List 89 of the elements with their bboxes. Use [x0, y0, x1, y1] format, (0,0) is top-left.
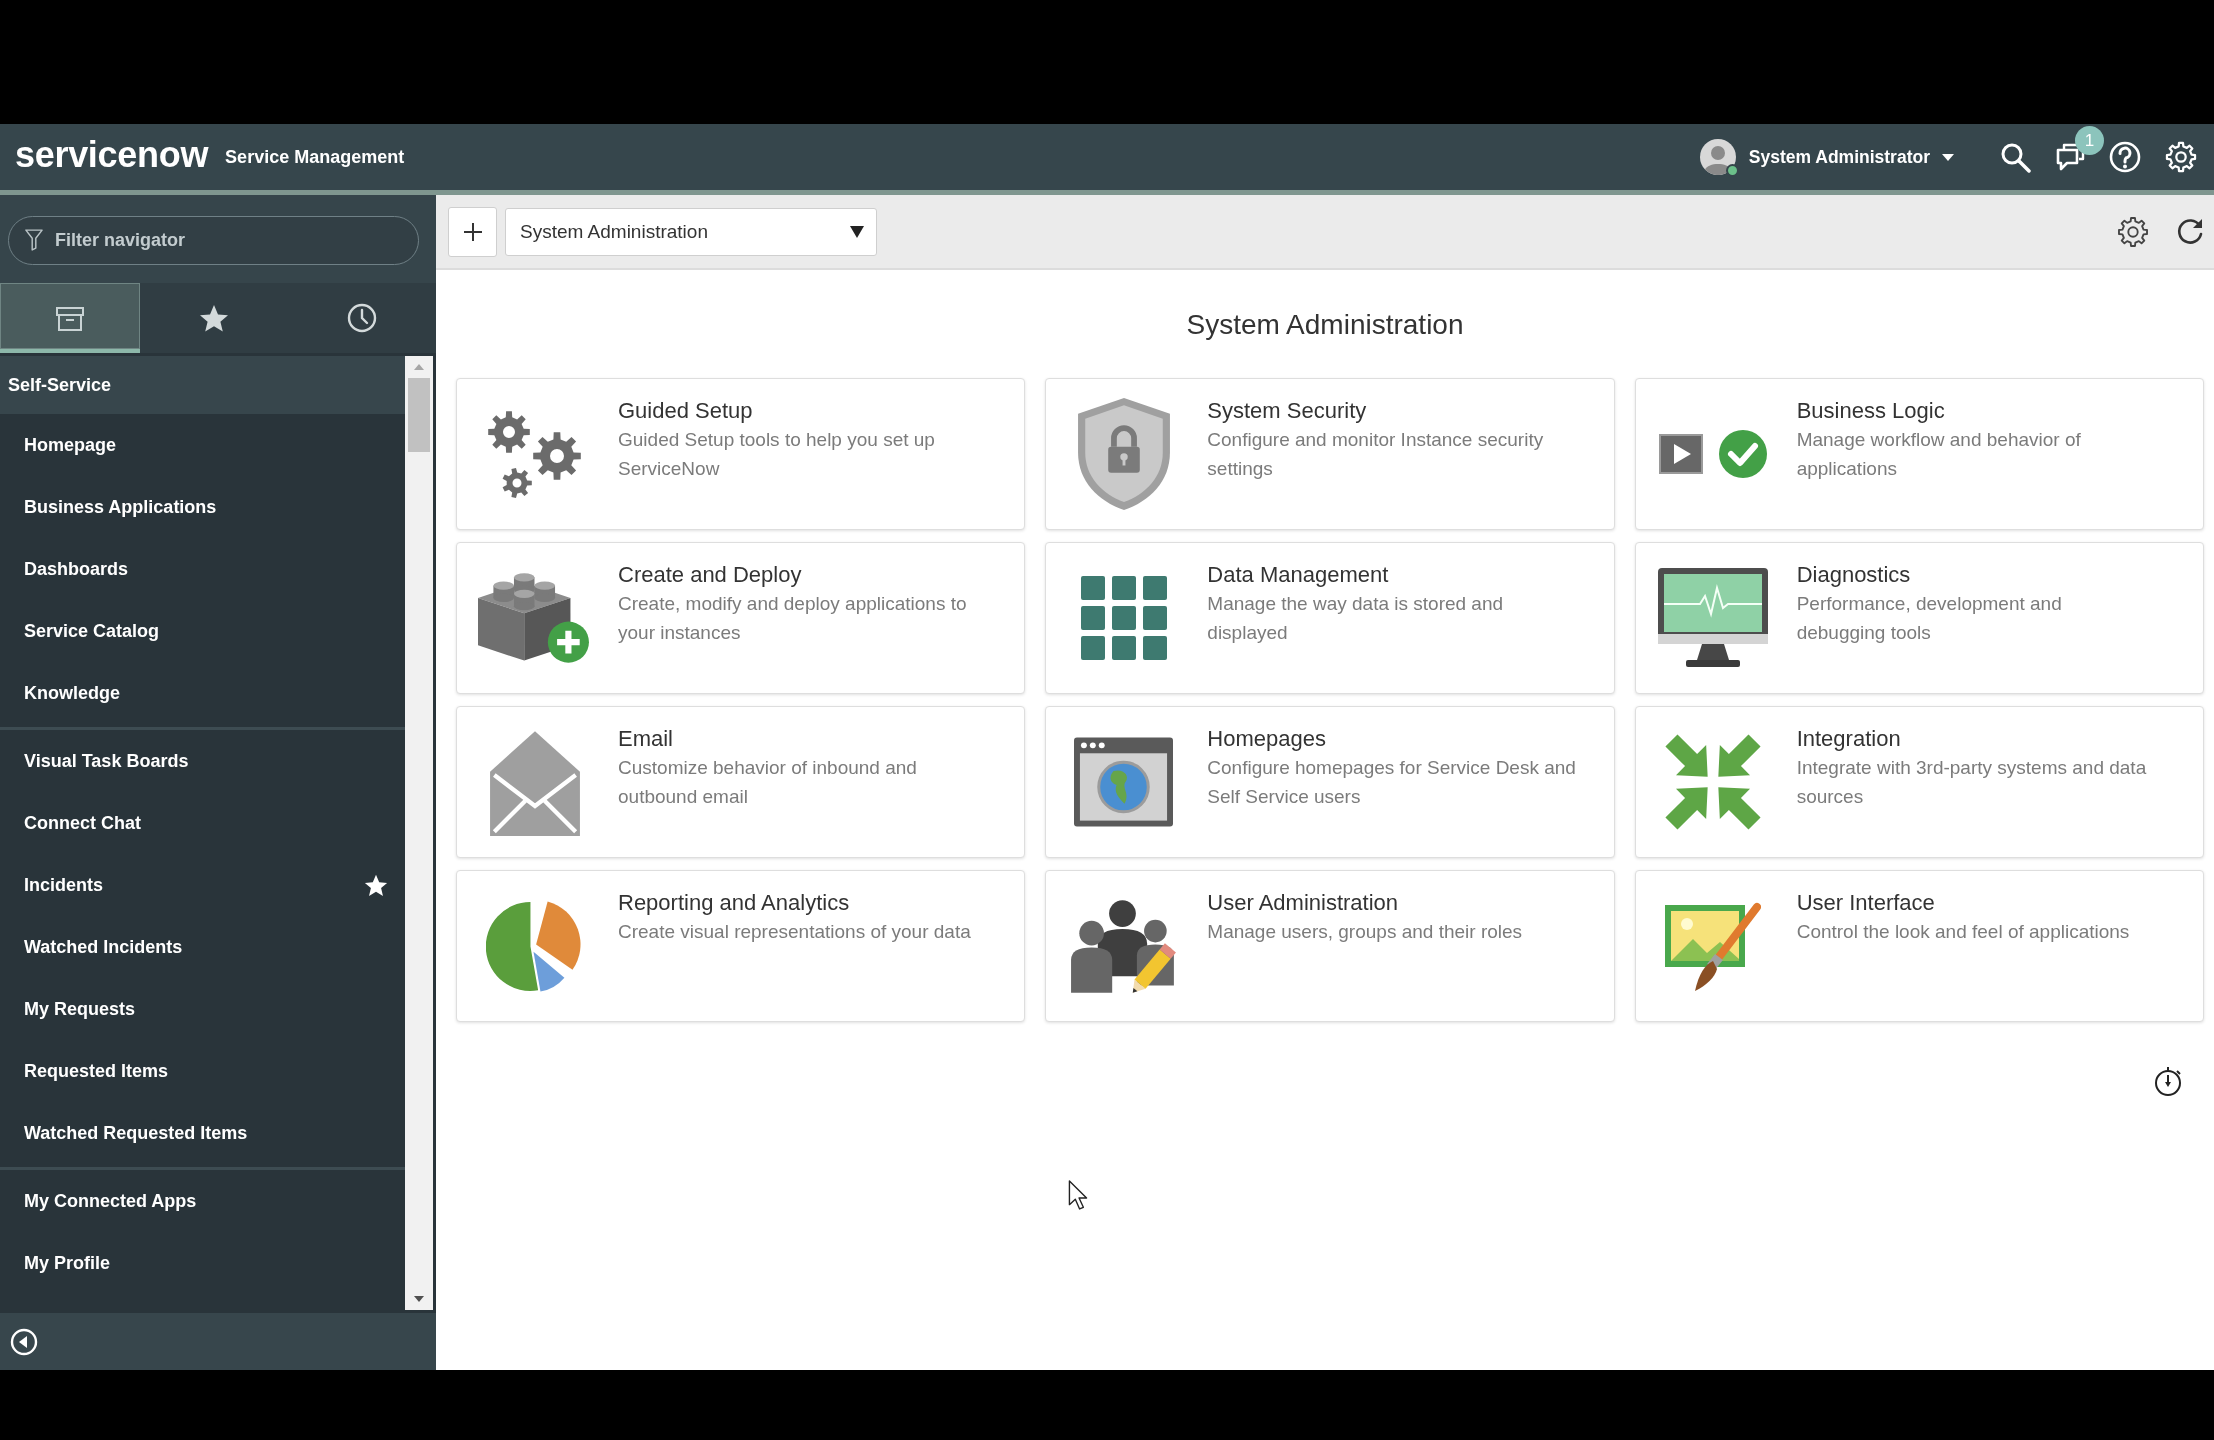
- shield-lock-icon: [1077, 398, 1170, 510]
- nav-item[interactable]: Dashboards: [0, 538, 405, 600]
- module-card[interactable]: Business Logic Manage workflow and behavior of applications: [1634, 378, 2204, 530]
- card-description: Customize behavior of inbound and outbound email: [618, 756, 918, 809]
- nav-item[interactable]: Homepage: [0, 414, 405, 476]
- module-card[interactable]: System Security Configure and monitor Instance security settings: [1045, 378, 1615, 530]
- archive-box-icon: [55, 304, 85, 332]
- arrows-inward-icon: [1665, 734, 1762, 830]
- card-title: Data Management: [1207, 561, 1390, 589]
- module-card[interactable]: Email Customize behavior of inbound and outbound email: [456, 706, 1026, 858]
- nav-item[interactable]: My Requests: [0, 978, 405, 1040]
- nav-item[interactable]: Connect Chat: [0, 792, 405, 854]
- scrollbar-thumb[interactable]: [408, 378, 430, 452]
- caret-icon: [850, 225, 864, 238]
- card-title: Email: [618, 725, 674, 753]
- notification-badge: 1: [2075, 126, 2104, 155]
- help-icon[interactable]: [2109, 141, 2141, 173]
- star-icon: [199, 303, 229, 333]
- pie-chart-icon: [486, 899, 583, 993]
- card-title: Reporting and Analytics: [618, 889, 851, 917]
- card-title: System Security: [1207, 397, 1368, 425]
- nav-item[interactable]: My Connected Apps: [0, 1170, 405, 1232]
- page-title: System Administration: [1185, 308, 1465, 342]
- logo[interactable]: servicenow: [15, 137, 209, 173]
- application-header[interactable]: Self-Service: [0, 356, 405, 414]
- avatar-icon: [1699, 139, 1736, 175]
- card-title: Business Logic: [1796, 397, 1946, 425]
- nav-item[interactable]: Requested Items: [0, 1040, 405, 1102]
- nav-item[interactable]: Visual Task Boards: [0, 730, 405, 792]
- module-card[interactable]: Diagnostics Performance, development and debugging tools: [1634, 542, 2204, 694]
- module-card[interactable]: User Interface Control the look and feel of applications: [1634, 870, 2204, 1022]
- nav-item[interactable]: Service Catalog: [0, 600, 405, 662]
- play-check-icon: [1658, 429, 1769, 479]
- card-title: User Administration: [1207, 889, 1400, 917]
- card-title: Integration: [1796, 725, 1902, 753]
- module-card[interactable]: Reporting and Analytics Create visual representations of your data: [456, 870, 1026, 1022]
- star-icon[interactable]: [364, 873, 388, 897]
- refresh-icon[interactable]: [2175, 216, 2205, 247]
- nav-item[interactable]: Watched Incidents: [0, 916, 405, 978]
- card-title: Diagnostics: [1796, 561, 1912, 589]
- card-description: Manage users, groups and their roles: [1207, 920, 1523, 944]
- add-button[interactable]: [448, 206, 497, 257]
- chat-icon[interactable]: [2055, 142, 2085, 172]
- monitor-pulse-icon: [1658, 568, 1769, 668]
- nav-item[interactable]: Knowledge: [0, 662, 405, 724]
- settings-icon[interactable]: [2117, 215, 2149, 248]
- stopwatch-icon[interactable]: [2153, 1065, 2183, 1096]
- card-description: Configure homepages for Service Desk and Self Service users: [1207, 756, 1577, 809]
- card-description: Manage the way data is stored and displayed: [1207, 592, 1505, 645]
- card-description: Integrate with 3rd-party systems and data sources: [1796, 756, 2148, 809]
- module-card[interactable]: User Administration Manage users, groups and their roles: [1045, 870, 1615, 1022]
- module-card[interactable]: Data Management Manage the way data is stored and displayed: [1045, 542, 1615, 694]
- clock-icon: [347, 303, 377, 333]
- card-description: Create visual representations of your data: [618, 920, 971, 944]
- search-icon[interactable]: [2000, 141, 2031, 173]
- filter-field[interactable]: Filter navigator: [8, 216, 419, 265]
- card-title: Create and Deploy: [618, 561, 803, 589]
- module-card[interactable]: Create and Deploy Create, modify and deploy applications to your instances: [456, 542, 1026, 694]
- navigator-tab[interactable]: [0, 283, 140, 353]
- product-name: Service Management: [225, 146, 405, 168]
- gears-icon: [486, 410, 583, 498]
- card-description: Manage workflow and behavior of applications: [1796, 428, 2082, 481]
- mouse-pointer-icon: [1068, 1180, 1088, 1210]
- nav-item[interactable]: My Profile: [0, 1232, 405, 1294]
- module-card[interactable]: Integration Integrate with 3rd-party systems and data sources: [1634, 706, 2204, 858]
- card-title: Homepages: [1207, 725, 1327, 753]
- funnel-icon: [25, 229, 43, 251]
- card-title: User Interface: [1796, 889, 1936, 917]
- module-card[interactable]: Guided Setup Guided Setup tools to help you set up ServiceNow: [456, 378, 1026, 530]
- card-description: Control the look and feel of applications: [1796, 920, 2130, 944]
- card-description: Create, modify and deploy applications to your instances: [618, 592, 968, 645]
- circle-arrow-left-icon[interactable]: [10, 1327, 38, 1356]
- nav-item[interactable]: Watched Requested Items: [0, 1102, 405, 1164]
- dashboard-dropdown[interactable]: System Administration: [505, 207, 877, 256]
- caret-down-icon[interactable]: [414, 1296, 424, 1302]
- people-pencil-icon: [1069, 897, 1179, 995]
- card-description: Guided Setup tools to help you set up ServiceNow: [618, 428, 936, 481]
- module-card[interactable]: Homepages Configure homepages for Service Desk and Self Service users: [1045, 706, 1615, 858]
- browser-globe-icon: [1074, 737, 1174, 827]
- user-menu[interactable]: System Administrator: [1699, 139, 1954, 175]
- card-description: Configure and monitor Instance security settings: [1207, 428, 1545, 481]
- scrollbar[interactable]: [405, 356, 433, 1310]
- nav-item[interactable]: Incidents: [0, 854, 405, 916]
- card-description: Performance, development and debugging tools: [1796, 592, 2063, 645]
- grid-icon: [1080, 576, 1167, 660]
- card-title: Guided Setup: [618, 397, 754, 425]
- plus-icon: [462, 221, 483, 242]
- caret-icon: [1942, 153, 1954, 161]
- nav-item[interactable]: Business Applications: [0, 476, 405, 538]
